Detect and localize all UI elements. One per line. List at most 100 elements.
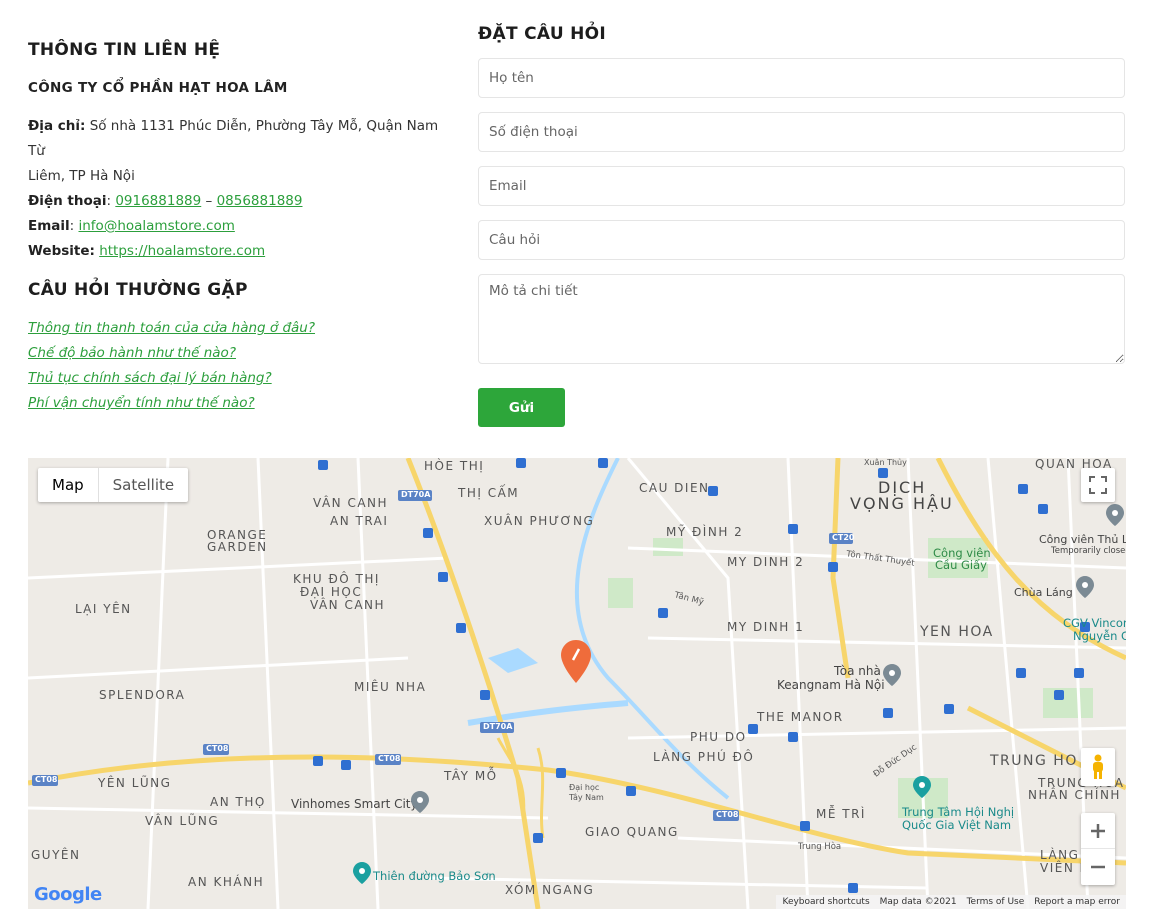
phone2-link[interactable]: 0856881889 (217, 193, 303, 209)
keyboard-shortcuts-link[interactable]: Keyboard shortcuts (782, 897, 869, 907)
question-field[interactable] (478, 220, 1125, 260)
map-label-tay-nam: Tây Nam (569, 793, 604, 802)
map-type-satellite-button[interactable]: Satellite (99, 468, 188, 502)
map-label-chua-lang: Chùa Láng (1014, 586, 1073, 599)
question-form: ĐẶT CÂU HỎI Gửi (478, 24, 1125, 427)
zoom-out-button[interactable] (1081, 849, 1115, 885)
pagoda-icon[interactable] (1076, 576, 1094, 598)
faq-item-agency[interactable]: Thủ tục chính sách đại lý bán hàng? (28, 366, 458, 391)
map-label-nguyen-c: Nguyễn C (1073, 629, 1126, 643)
map-label-yen-hoa: YEN HOA (920, 624, 994, 640)
zoom-control (1081, 813, 1115, 885)
map-label-van-lung: VÂN LŨNG (145, 814, 220, 828)
terms-link[interactable]: Terms of Use (967, 897, 1025, 907)
phone-row: Điện thoại: 0916881889 – 0856881889 (28, 193, 303, 209)
map-shield-ct08-b: CT08 (35, 775, 58, 784)
phone-label: Điện thoại (28, 193, 107, 209)
form-title: ĐẶT CÂU HỎI (478, 24, 607, 44)
map-label-xom-ngang: XÓM NGANG (505, 883, 595, 897)
zoom-in-button[interactable] (1081, 813, 1115, 849)
address-label: Địa chỉ: (28, 118, 86, 134)
map-shield-dt70a-2: DT70A (483, 722, 513, 731)
street-view-pegman[interactable] (1081, 748, 1115, 786)
map-label-giao-quang: GIAO QUANG (585, 825, 679, 839)
map-label-toa-nha: Tòa nhà (834, 664, 881, 678)
phone-separator: – (201, 193, 217, 209)
map-label-my-dinh-2b: MY DINH 2 (727, 555, 805, 569)
map-label-hoe-thi: HÒE THỊ (424, 459, 485, 473)
map-label-vinhomes: Vinhomes Smart City (291, 797, 418, 811)
address-row: Địa chỉ: Số nhà 1131 Phúc Diễn, Phường T… (28, 114, 458, 189)
map-label-cau-giay: Cầu Giấy (935, 558, 987, 572)
map-label-lang-phu-do: LÀNG PHÚ ĐÔ (653, 750, 755, 764)
map-label-nhan-chinh: NHÂN CHÍNH (1028, 788, 1121, 802)
map-label-trung-hoa-road: Trung Hòa (798, 842, 842, 852)
website-row: Website: https://hoalamstore.com (28, 239, 458, 264)
amusement-park-icon[interactable] (353, 862, 371, 884)
website-link[interactable]: https://hoalamstore.com (99, 243, 265, 259)
google-map[interactable]: HÒE THỊ THỊ CẤM VÂN CANH AN TRAI XUÂN PH… (28, 458, 1126, 909)
fullscreen-button[interactable] (1081, 468, 1115, 502)
map-label-the-manor: THE MANOR (757, 710, 844, 724)
address-line1: Số nhà 1131 Phúc Diễn, Phường Tây Mỗ, Qu… (28, 118, 439, 159)
fullscreen-icon (1089, 476, 1107, 494)
name-field[interactable] (478, 58, 1125, 98)
pegman-icon (1093, 754, 1103, 779)
map-label-cau-dien: CAU DIEN (639, 481, 710, 495)
email-link[interactable]: info@hoalamstore.com (79, 218, 235, 234)
location-pin-icon[interactable] (561, 640, 591, 683)
map-label-an-trai: AN TRAI (330, 514, 389, 528)
convention-center-icon[interactable] (913, 776, 931, 798)
map-label-trung-tam: Trung Tâm Hội Nghị (902, 805, 1015, 819)
map-label-trung-hoa: TRUNG HO (990, 753, 1078, 769)
map-shield-ct08-c: CT08 (378, 754, 401, 763)
map-label-xuan-phuong: XUÂN PHƯƠNG (484, 514, 595, 528)
map-shield-dt70a: DT70A (401, 490, 431, 499)
map-label-dai-hoc-tay-nam: Đại học (569, 783, 600, 792)
map-label-cgv: CGV Vincom (1063, 616, 1126, 630)
map-label-splendora: SPLENDORA (99, 688, 186, 702)
vinhomes-poi-icon[interactable] (411, 791, 429, 813)
report-error-link[interactable]: Report a map error (1034, 897, 1120, 907)
email-field[interactable] (478, 166, 1125, 206)
map-type-control: Map Satellite (38, 468, 189, 502)
minus-icon (1091, 865, 1105, 869)
map-shield-ct08-d: CT08 (716, 810, 739, 819)
map-label-thien-duong: Thiên đường Bảo Sơn (373, 869, 496, 883)
email-label: Email (28, 218, 70, 234)
map-label-dai-hoc: ĐẠI HỌC (300, 585, 363, 599)
phone-field[interactable] (478, 112, 1125, 152)
google-logo: Google (34, 884, 102, 905)
map-shield-ct20: CT20 (832, 533, 855, 542)
faq-item-shipping[interactable]: Phí vận chuyển tính như thế nào? (28, 391, 458, 416)
phone1-link[interactable]: 0916881889 (115, 193, 201, 209)
map-label-mieu-nha: MIÊU NHA (354, 680, 427, 694)
map-label-vong-hau: VỌNG HẬU (850, 494, 954, 513)
keangnam-poi-icon[interactable] (883, 664, 901, 686)
map-type-map-button[interactable]: Map (38, 468, 99, 502)
map-label-thi-cam: THỊ CẤM (458, 486, 520, 500)
map-label-an-tho: AN THỌ (210, 795, 266, 809)
map-label-my-dinh-1: MY DINH 1 (727, 620, 805, 634)
map-label-garden: GARDEN (207, 540, 268, 554)
map-label-cong-vien-thu-le: Công viên Thủ Lệ (1039, 533, 1126, 546)
faq-title: CÂU HỎI THƯỜNG GẶP (28, 280, 248, 300)
map-label-van-canh: VÂN CANH (313, 496, 389, 510)
map-label-quoc-gia: Quốc Gia Việt Nam (902, 818, 1012, 832)
map-label-tay-mo: TÂY MỖ (444, 769, 498, 783)
park-paw-icon[interactable] (1106, 504, 1124, 526)
plus-icon (1091, 823, 1105, 838)
map-footer: Keyboard shortcuts Map data ©2021 Terms … (776, 895, 1126, 909)
submit-button[interactable]: Gửi (478, 388, 565, 427)
map-shield-ct08-a: CT08 (206, 744, 229, 753)
map-label-lang: LÀNG (1040, 848, 1080, 862)
detail-field[interactable] (478, 274, 1125, 364)
faq-item-warranty[interactable]: Chế độ bảo hành như thế nào? (28, 341, 458, 366)
faq-item-payment[interactable]: Thông tin thanh toán của cửa hàng ở đâu? (28, 316, 458, 341)
contact-column: THÔNG TIN LIÊN HỆ CÔNG TY CỔ PHẦN HẠT HO… (28, 40, 458, 416)
map-data-text: Map data ©2021 (879, 897, 957, 907)
contact-info: Địa chỉ: Số nhà 1131 Phúc Diễn, Phường T… (28, 114, 458, 264)
map-label-yen-lung: YÊN LŨNG (98, 776, 172, 790)
map-label-an-khanh: AN KHÁNH (188, 875, 265, 889)
map-label-lai-yen: LẠI YÊN (75, 602, 132, 616)
